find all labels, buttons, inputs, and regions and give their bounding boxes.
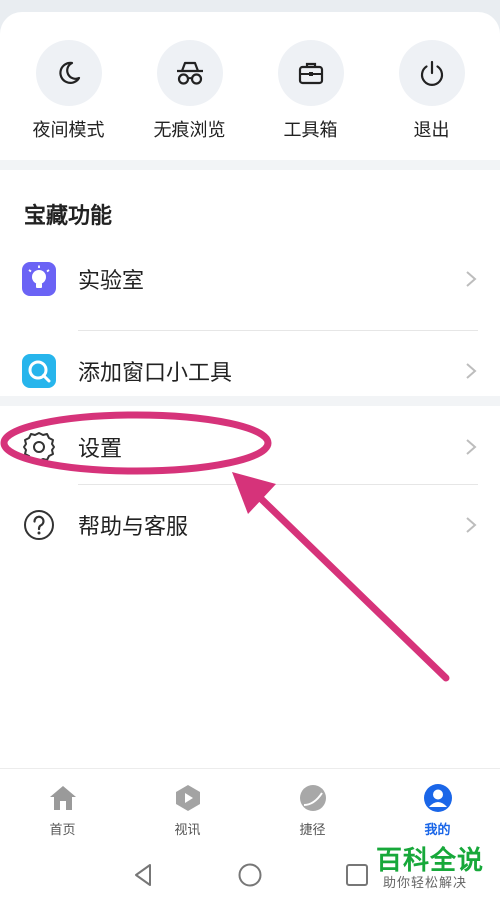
night-mode-button[interactable]: 夜间模式 — [14, 40, 124, 152]
menu-item-lab[interactable]: 实验室 — [0, 240, 500, 318]
help-icon — [22, 508, 56, 542]
tab-label: 捷径 — [299, 823, 326, 838]
tab-label: 首页 — [49, 823, 76, 838]
tab-video[interactable]: 视讯 — [125, 769, 250, 844]
menu-item-label: 添加窗口小工具 — [78, 361, 233, 386]
row-divider — [78, 330, 478, 331]
tab-home[interactable]: 首页 — [0, 769, 125, 844]
section-divider — [0, 160, 500, 170]
menu-item-label: 帮助与客服 — [78, 515, 189, 540]
bottom-tab-bar: 首页 视讯 捷径 我的 — [0, 768, 500, 844]
chevron-right-icon — [466, 517, 477, 533]
power-icon — [398, 40, 465, 106]
watermark-subtitle: 助你轻松解决 — [383, 876, 468, 891]
tab-mine[interactable]: 我的 — [375, 769, 500, 844]
toolbox-icon — [277, 40, 344, 106]
exit-button[interactable]: 退出 — [377, 40, 487, 152]
tab-label: 我的 — [424, 823, 451, 838]
incognito-label: 无痕浏览 — [153, 120, 226, 141]
shortcut-icon — [298, 783, 328, 813]
quick-actions: 夜间模式 无痕浏览 工具箱 退出 — [0, 40, 500, 152]
chevron-right-icon — [466, 363, 477, 379]
tab-shortcut[interactable]: 捷径 — [250, 769, 375, 844]
recents-icon[interactable] — [344, 862, 370, 888]
home-circle-icon[interactable] — [237, 862, 263, 888]
menu-item-label: 设置 — [78, 437, 123, 462]
section-title: 宝藏功能 — [24, 204, 113, 229]
gear-icon — [22, 430, 56, 464]
back-icon[interactable] — [130, 862, 156, 888]
section-divider — [0, 396, 500, 406]
tab-label: 视讯 — [174, 823, 201, 838]
chevron-right-icon — [466, 439, 477, 455]
incognito-button[interactable]: 无痕浏览 — [135, 40, 245, 152]
menu-item-label: 实验室 — [78, 269, 145, 294]
exit-label: 退出 — [413, 120, 450, 141]
menu-item-settings[interactable]: 设置 — [0, 408, 500, 486]
profile-icon — [423, 783, 453, 813]
incognito-icon — [156, 40, 223, 106]
row-divider — [78, 484, 478, 485]
video-icon — [173, 783, 203, 813]
toolbox-label: 工具箱 — [283, 120, 338, 141]
night-mode-label: 夜间模式 — [32, 120, 105, 141]
moon-icon — [35, 40, 102, 106]
search-widget-icon — [22, 354, 56, 388]
menu-item-help[interactable]: 帮助与客服 — [0, 486, 500, 564]
lightbulb-icon — [22, 262, 56, 296]
home-icon — [48, 783, 78, 813]
chevron-right-icon — [466, 271, 477, 287]
toolbox-button[interactable]: 工具箱 — [256, 40, 366, 152]
